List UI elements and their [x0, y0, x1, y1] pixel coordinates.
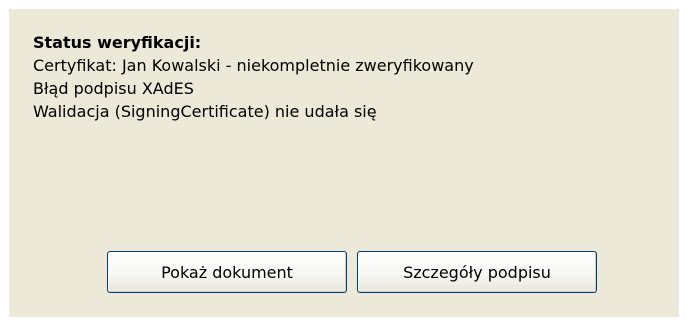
- signature-error-line: Błąd podpisu XAdES: [33, 79, 194, 98]
- show-document-button[interactable]: Pokaż dokument: [107, 251, 347, 293]
- signature-details-button[interactable]: Szczegóły podpisu: [357, 251, 597, 293]
- validation-error-line: Walidacja (SigningCertificate) nie udała…: [33, 102, 377, 121]
- certificate-status-line: Certyfikat: Jan Kowalski - niekompletnie…: [33, 56, 474, 75]
- verification-status: Status weryfikacji: Certyfikat: Jan Kowa…: [33, 31, 474, 123]
- status-title: Status weryfikacji:: [33, 33, 202, 52]
